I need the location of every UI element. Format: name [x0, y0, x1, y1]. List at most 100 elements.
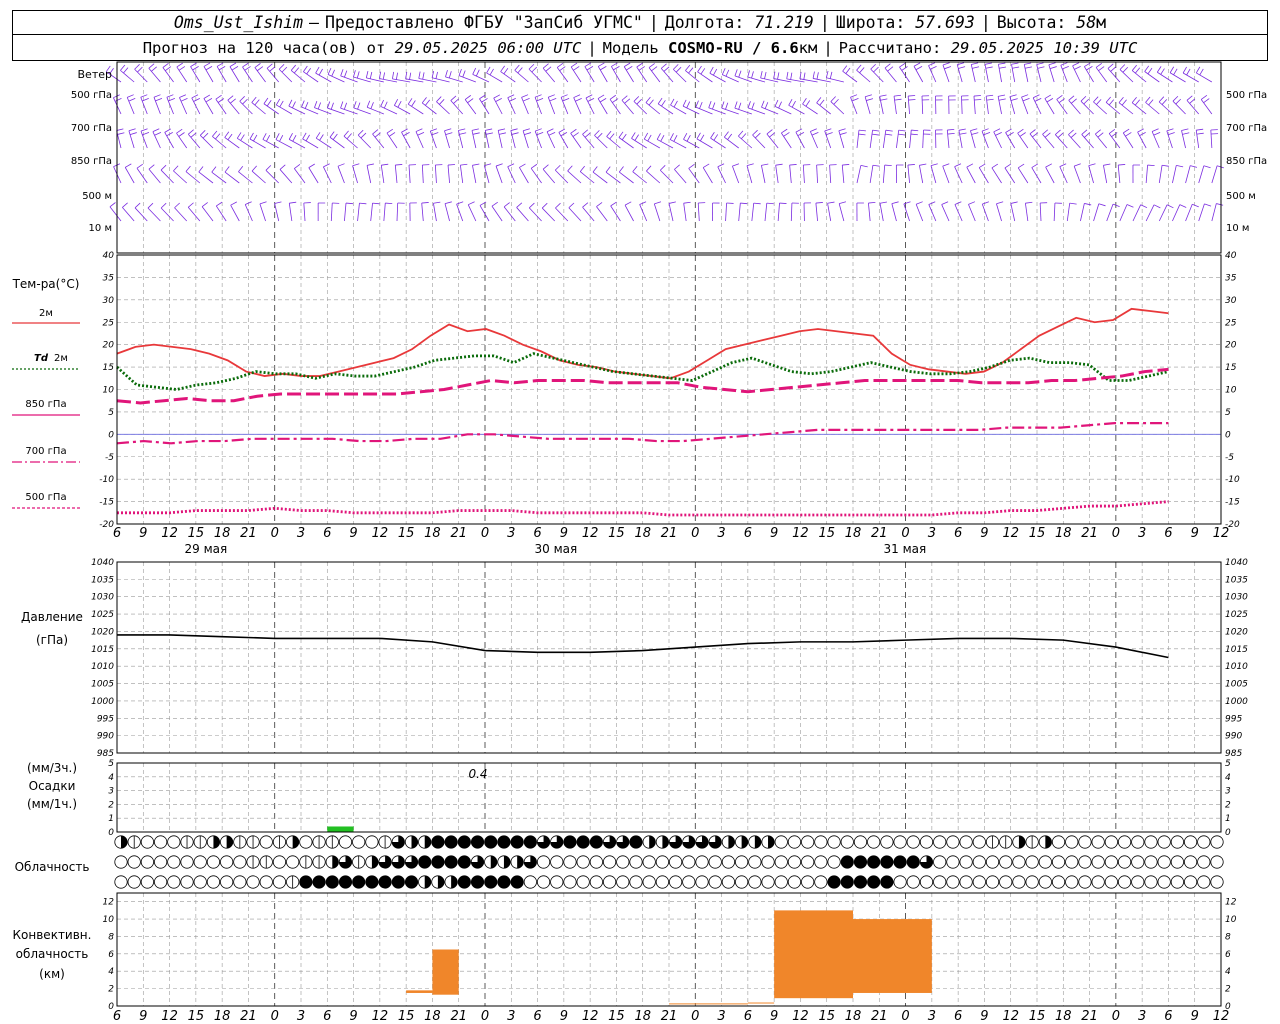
x-tick-label: 6	[744, 526, 752, 541]
wind-barb	[954, 163, 963, 184]
wind-barb-flag	[738, 70, 742, 78]
wind-barb	[401, 128, 411, 149]
wind-barb-flag	[148, 63, 155, 69]
wind-barb	[1182, 66, 1199, 83]
wind-barb-flag	[1147, 67, 1153, 75]
wind-barb	[639, 201, 648, 222]
wind-barb-staff	[1095, 133, 1108, 149]
wind-barb	[777, 202, 787, 222]
y-tick-label: 15	[103, 363, 115, 373]
cloud-symbol	[853, 855, 868, 869]
cloud-symbol	[748, 835, 762, 849]
x-tick-label: 0	[901, 1009, 909, 1024]
y-tick-label: 1010	[91, 662, 114, 672]
cloud-circle	[550, 875, 564, 889]
cloud-symbol	[312, 855, 326, 869]
wind-barb-flag	[959, 132, 967, 135]
wind-barb-flag	[395, 72, 398, 80]
wind-barb	[436, 96, 450, 115]
wind-barb-staff	[421, 165, 424, 184]
x-tick-label: 12	[372, 526, 389, 541]
wind-barb-staff	[893, 96, 897, 115]
cloud-symbol	[708, 855, 722, 869]
cloud-symbol	[682, 875, 696, 889]
wind-barb-flag	[941, 201, 949, 205]
wind-barb-flag	[1196, 128, 1204, 131]
wind-barb-staff	[970, 64, 976, 83]
cloud-circle	[193, 855, 207, 869]
wind-barb-flag	[1021, 94, 1029, 98]
wind-barb-staff	[973, 96, 976, 115]
cloud-circle	[1091, 875, 1105, 889]
wind-barb-flag	[702, 163, 710, 168]
wind-barb-flag	[425, 99, 431, 106]
wind-barb-flag	[654, 201, 662, 205]
wind-barb	[479, 94, 490, 115]
cloud-symbol	[629, 835, 643, 849]
wind-barb-flag	[1017, 128, 1024, 134]
y-tick-label: -15	[1225, 498, 1240, 508]
wind-barb	[981, 201, 990, 222]
wind-barb-flag	[549, 98, 557, 102]
wind-barb	[941, 201, 950, 222]
wind-barb-flag	[278, 64, 285, 70]
wind-barb-staff	[124, 167, 135, 184]
cloud-symbol	[114, 835, 128, 849]
wind-barb	[1093, 96, 1107, 115]
y-tick-label: -5	[105, 453, 114, 463]
cloud-circle	[140, 855, 155, 869]
cloud-symbol	[352, 835, 366, 849]
cloud-fill	[662, 835, 669, 849]
wind-barb-staff	[242, 66, 253, 83]
x-tick-label: 0	[691, 1009, 699, 1024]
wind-barb	[1009, 94, 1018, 115]
y-tick-label: 995	[1225, 714, 1242, 724]
wind-barb-flag	[585, 94, 593, 99]
cloud-fill	[326, 875, 339, 889]
cloud-symbol	[1012, 835, 1026, 849]
cloud-symbol	[893, 855, 907, 869]
wind-barb-flag	[1147, 164, 1155, 167]
wind-barb-flag	[304, 101, 309, 109]
wind-barb	[179, 94, 188, 115]
wind-barb	[120, 64, 135, 83]
wind-barb	[841, 164, 850, 184]
wind-barb-staff	[265, 170, 279, 184]
wind-barb-flag	[673, 100, 678, 108]
wind-barb-staff	[315, 72, 332, 83]
wind-barb-flag	[509, 97, 516, 102]
cloud-circle	[563, 855, 577, 869]
y-tick-label: 1015	[1225, 645, 1248, 655]
wind-barb-flag	[475, 69, 480, 77]
cloud-symbol	[1051, 835, 1066, 849]
cloud-fill	[854, 875, 867, 889]
wind-barb	[738, 130, 753, 149]
wind-barb-staff	[1108, 133, 1121, 149]
cloud-symbol	[127, 855, 141, 869]
wind-barb-flag	[1181, 128, 1189, 131]
wind-barb	[190, 62, 201, 83]
cloud-symbol	[576, 835, 590, 849]
wind-barb-flag	[422, 72, 425, 80]
wind-barb-flag	[292, 101, 296, 109]
y-tick-label: -10	[99, 475, 114, 485]
cloud-circle	[748, 855, 762, 869]
wind-barb-flag	[788, 98, 793, 106]
wind-barb-staff	[674, 169, 687, 184]
wind-barb-flag	[646, 165, 652, 172]
wind-barb-staff	[653, 203, 661, 222]
cloud-symbol	[286, 855, 300, 869]
wind-barb-flag	[1189, 98, 1196, 104]
wind-barb-flag	[791, 100, 796, 108]
wind-barb-flag	[966, 163, 974, 168]
wind-barb-flag	[570, 128, 577, 134]
cloud-symbol	[1183, 875, 1198, 889]
wind-barb-flag	[833, 99, 839, 105]
cloud-symbol	[431, 875, 445, 889]
wind-barb-flag	[166, 94, 174, 98]
wind-barb-staff	[732, 166, 740, 184]
cloud-symbol	[1157, 855, 1171, 869]
cloud-fill	[517, 855, 524, 869]
wind-barb-staff	[884, 67, 897, 83]
cloud-symbol	[1038, 835, 1052, 849]
